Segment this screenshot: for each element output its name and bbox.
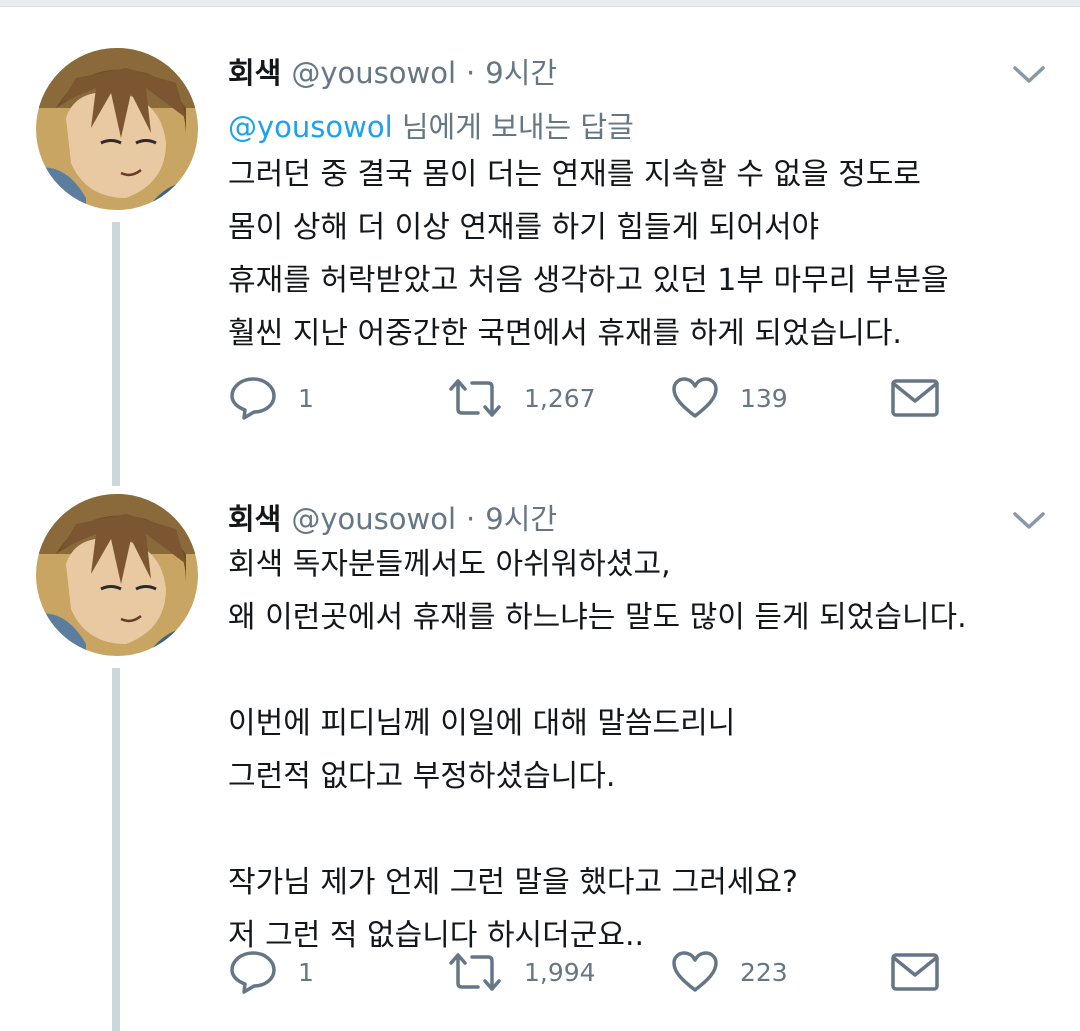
tweet-header: 회색 @yousowol · 9시간 (228, 496, 557, 536)
chevron-down-icon[interactable] (1010, 62, 1048, 88)
direct-message-button[interactable] (890, 373, 940, 423)
author-name[interactable]: 회색 (228, 496, 281, 538)
reply-mention-link[interactable]: @yousowol (228, 110, 393, 144)
retweet-count: 1,267 (524, 383, 596, 413)
like-button[interactable]: 139 (670, 373, 788, 423)
author-handle[interactable]: @yousowol (291, 502, 456, 536)
retweet-count: 1,994 (524, 957, 596, 987)
tweet-text: 회색 독자분들께서도 아쉬워하셨고, 왜 이런곳에서 휴재를 하느냐는 말도 많… (228, 547, 967, 953)
author-name[interactable]: 회색 (228, 50, 281, 92)
heart-icon (672, 951, 718, 992)
heart-icon (672, 377, 718, 418)
timestamp[interactable]: 9시간 (485, 50, 557, 92)
tweet-actions: 1 1,267 139 (228, 373, 988, 423)
retweet-icon (449, 953, 501, 991)
tweet-header: 회색 @yousowol · 9시간 (228, 50, 557, 90)
reply-icon (230, 377, 276, 420)
avatar[interactable] (36, 494, 198, 656)
retweet-button[interactable]: 1,994 (446, 947, 596, 997)
reply-context: @yousowol 님에게 보내는 답글 (228, 104, 634, 146)
reply-context-label: 님에게 보내는 답글 (401, 110, 634, 144)
retweet-icon (449, 379, 501, 417)
envelope-icon (891, 379, 939, 417)
separator-dot: · (466, 56, 476, 90)
avatar-image (36, 48, 198, 210)
avatar[interactable] (36, 48, 198, 210)
reply-button[interactable]: 1 (228, 373, 314, 423)
tweet-text: 그러던 중 결국 몸이 더는 연재를 지속할 수 없을 정도로 몸이 상해 더 … (228, 157, 949, 351)
reply-button[interactable]: 1 (228, 947, 314, 997)
like-button[interactable]: 223 (670, 947, 788, 997)
envelope-icon (891, 953, 939, 991)
tweet[interactable]: 회색 @yousowol · 9시간 @yousowol 님에게 보내는 답글 … (0, 0, 1080, 470)
reply-count: 1 (298, 383, 314, 413)
tweet[interactable]: 회색 @yousowol · 9시간 회색 독자분들께서도 아쉬워하셨고, 왜 … (0, 470, 1080, 1031)
reply-count: 1 (298, 957, 314, 987)
reply-icon (230, 951, 276, 994)
author-handle[interactable]: @yousowol (291, 56, 456, 90)
tweet-actions: 1 1,994 223 (228, 947, 988, 997)
like-count: 139 (740, 383, 788, 413)
like-count: 223 (740, 957, 788, 987)
direct-message-button[interactable] (890, 947, 940, 997)
retweet-button[interactable]: 1,267 (446, 373, 596, 423)
chevron-down-icon[interactable] (1010, 508, 1048, 534)
timestamp[interactable]: 9시간 (485, 496, 557, 538)
separator-dot: · (466, 502, 476, 536)
avatar-image (36, 494, 198, 656)
